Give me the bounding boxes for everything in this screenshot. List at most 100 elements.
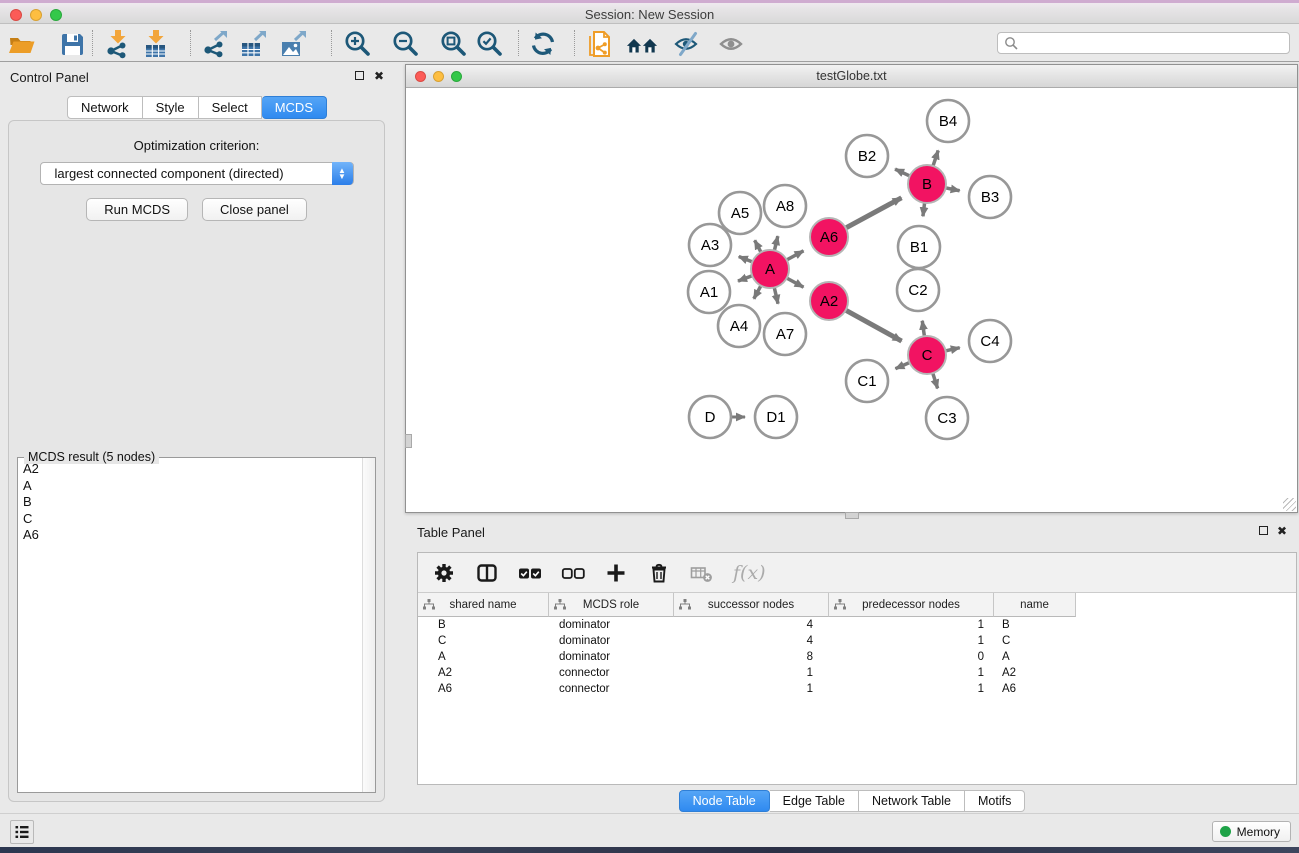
table-row[interactable]: A2 connector 1 1 A2 bbox=[418, 665, 1296, 681]
network-node-B[interactable]: B bbox=[908, 165, 946, 203]
create-new-column-button[interactable] bbox=[604, 561, 628, 585]
cell-predecessor-nodes[interactable]: 0 bbox=[829, 649, 994, 665]
import-table-button[interactable] bbox=[140, 28, 172, 60]
result-list-scrollbar[interactable] bbox=[362, 458, 375, 792]
show-column-panel-button[interactable] bbox=[475, 561, 499, 585]
network-node-C4[interactable]: C4 bbox=[969, 320, 1011, 362]
network-canvas[interactable]: B4B2BB3A8A5A6A3B1AC2A1A2A4A7C4CC1C3DD1 bbox=[406, 88, 1297, 512]
float-table-panel-button[interactable] bbox=[1256, 525, 1270, 539]
cell-name[interactable]: A2 bbox=[994, 665, 1076, 681]
deselect-all-columns-button[interactable] bbox=[561, 561, 585, 585]
tab-mcds[interactable]: MCDS bbox=[262, 96, 327, 119]
network-node-C1[interactable]: C1 bbox=[846, 360, 888, 402]
cell-successor-nodes[interactable]: 1 bbox=[674, 681, 829, 697]
column-header-shared-name[interactable]: shared name bbox=[418, 593, 549, 617]
network-edge-A-A2[interactable] bbox=[785, 277, 804, 287]
network-node-A6[interactable]: A6 bbox=[810, 218, 848, 256]
cell-shared-name[interactable]: C bbox=[418, 633, 549, 649]
cell-predecessor-nodes[interactable]: 1 bbox=[829, 633, 994, 649]
list-item[interactable]: A2 bbox=[19, 461, 361, 478]
table-settings-button[interactable] bbox=[432, 561, 456, 585]
fit-content-button[interactable] bbox=[438, 28, 470, 60]
cell-name[interactable]: A6 bbox=[994, 681, 1076, 697]
cell-predecessor-nodes[interactable]: 1 bbox=[829, 617, 994, 633]
cell-name[interactable]: B bbox=[994, 617, 1076, 633]
tab-network-table[interactable]: Network Table bbox=[859, 790, 965, 812]
cell-successor-nodes[interactable]: 1 bbox=[674, 665, 829, 681]
cell-mcds-role[interactable]: connector bbox=[549, 681, 674, 697]
cell-successor-nodes[interactable]: 8 bbox=[674, 649, 829, 665]
export-network-button[interactable] bbox=[200, 28, 232, 60]
cell-successor-nodes[interactable]: 4 bbox=[674, 633, 829, 649]
splitter-handle[interactable] bbox=[405, 434, 412, 448]
list-item[interactable]: C bbox=[19, 511, 361, 528]
first-neighbors-button[interactable] bbox=[626, 28, 658, 60]
resize-grip[interactable] bbox=[1283, 498, 1296, 511]
tab-select[interactable]: Select bbox=[199, 96, 262, 119]
new-network-from-selection-button[interactable] bbox=[584, 28, 616, 60]
column-header-name[interactable]: name bbox=[994, 593, 1076, 617]
tab-network[interactable]: Network bbox=[67, 96, 143, 119]
cell-mcds-role[interactable]: dominator bbox=[549, 617, 674, 633]
network-edge-A2-C[interactable] bbox=[844, 309, 902, 341]
network-node-B3[interactable]: B3 bbox=[969, 176, 1011, 218]
cell-shared-name[interactable]: A bbox=[418, 649, 549, 665]
float-panel-button[interactable] bbox=[352, 70, 366, 84]
close-table-panel-button[interactable]: ✖ bbox=[1275, 525, 1289, 539]
table-row[interactable]: C dominator 4 1 C bbox=[418, 633, 1296, 649]
hide-selected-button[interactable] bbox=[672, 28, 704, 60]
network-node-D[interactable]: D bbox=[689, 396, 731, 438]
table-row[interactable]: A dominator 8 0 A bbox=[418, 649, 1296, 665]
network-edge-A-A6[interactable] bbox=[785, 251, 804, 261]
list-item[interactable]: B bbox=[19, 494, 361, 511]
open-session-button[interactable] bbox=[6, 28, 38, 60]
search-input[interactable] bbox=[1018, 34, 1289, 52]
zoom-in-button[interactable] bbox=[342, 28, 374, 60]
network-node-C2[interactable]: C2 bbox=[897, 269, 939, 311]
save-session-button[interactable] bbox=[56, 28, 88, 60]
close-panel-button-mcds[interactable]: Close panel bbox=[202, 198, 307, 221]
network-node-A2[interactable]: A2 bbox=[810, 282, 848, 320]
cell-shared-name[interactable]: A6 bbox=[418, 681, 549, 697]
network-node-B4[interactable]: B4 bbox=[927, 100, 969, 142]
network-node-A4[interactable]: A4 bbox=[718, 305, 760, 347]
delete-columns-button[interactable] bbox=[647, 561, 671, 585]
tab-style[interactable]: Style bbox=[143, 96, 199, 119]
import-network-button[interactable] bbox=[102, 28, 134, 60]
network-node-C[interactable]: C bbox=[908, 336, 946, 374]
export-table-button[interactable] bbox=[238, 28, 270, 60]
cell-predecessor-nodes[interactable]: 1 bbox=[829, 665, 994, 681]
tab-edge-table[interactable]: Edge Table bbox=[770, 790, 859, 812]
cell-name[interactable]: C bbox=[994, 633, 1076, 649]
run-mcds-button[interactable]: Run MCDS bbox=[86, 198, 188, 221]
network-node-A3[interactable]: A3 bbox=[689, 224, 731, 266]
network-edge-A6-B[interactable] bbox=[844, 198, 902, 229]
cell-successor-nodes[interactable]: 4 bbox=[674, 617, 829, 633]
cell-predecessor-nodes[interactable]: 1 bbox=[829, 681, 994, 697]
network-node-D1[interactable]: D1 bbox=[755, 396, 797, 438]
list-item[interactable]: A6 bbox=[19, 527, 361, 544]
cell-shared-name[interactable]: B bbox=[418, 617, 549, 633]
network-node-A8[interactable]: A8 bbox=[764, 185, 806, 227]
table-row[interactable]: A6 connector 1 1 A6 bbox=[418, 681, 1296, 697]
apply-layout-button[interactable] bbox=[528, 28, 560, 60]
cell-mcds-role[interactable]: dominator bbox=[549, 633, 674, 649]
search-field[interactable] bbox=[997, 32, 1290, 54]
zoom-selected-button[interactable] bbox=[474, 28, 506, 60]
tab-motifs[interactable]: Motifs bbox=[965, 790, 1025, 812]
cell-name[interactable]: A bbox=[994, 649, 1076, 665]
show-task-history-button[interactable] bbox=[10, 820, 34, 844]
export-image-button[interactable] bbox=[278, 28, 310, 60]
network-node-A7[interactable]: A7 bbox=[764, 313, 806, 355]
memory-button[interactable]: Memory bbox=[1212, 821, 1291, 842]
cell-shared-name[interactable]: A2 bbox=[418, 665, 549, 681]
network-node-C3[interactable]: C3 bbox=[926, 397, 968, 439]
cell-mcds-role[interactable]: dominator bbox=[549, 649, 674, 665]
list-item[interactable]: A bbox=[19, 478, 361, 495]
column-header-predecessor-nodes[interactable]: predecessor nodes bbox=[829, 593, 994, 617]
select-all-columns-button[interactable] bbox=[518, 561, 542, 585]
network-node-A1[interactable]: A1 bbox=[688, 271, 730, 313]
show-all-button[interactable] bbox=[716, 28, 748, 60]
network-node-A[interactable]: A bbox=[751, 250, 789, 288]
network-node-B2[interactable]: B2 bbox=[846, 135, 888, 177]
